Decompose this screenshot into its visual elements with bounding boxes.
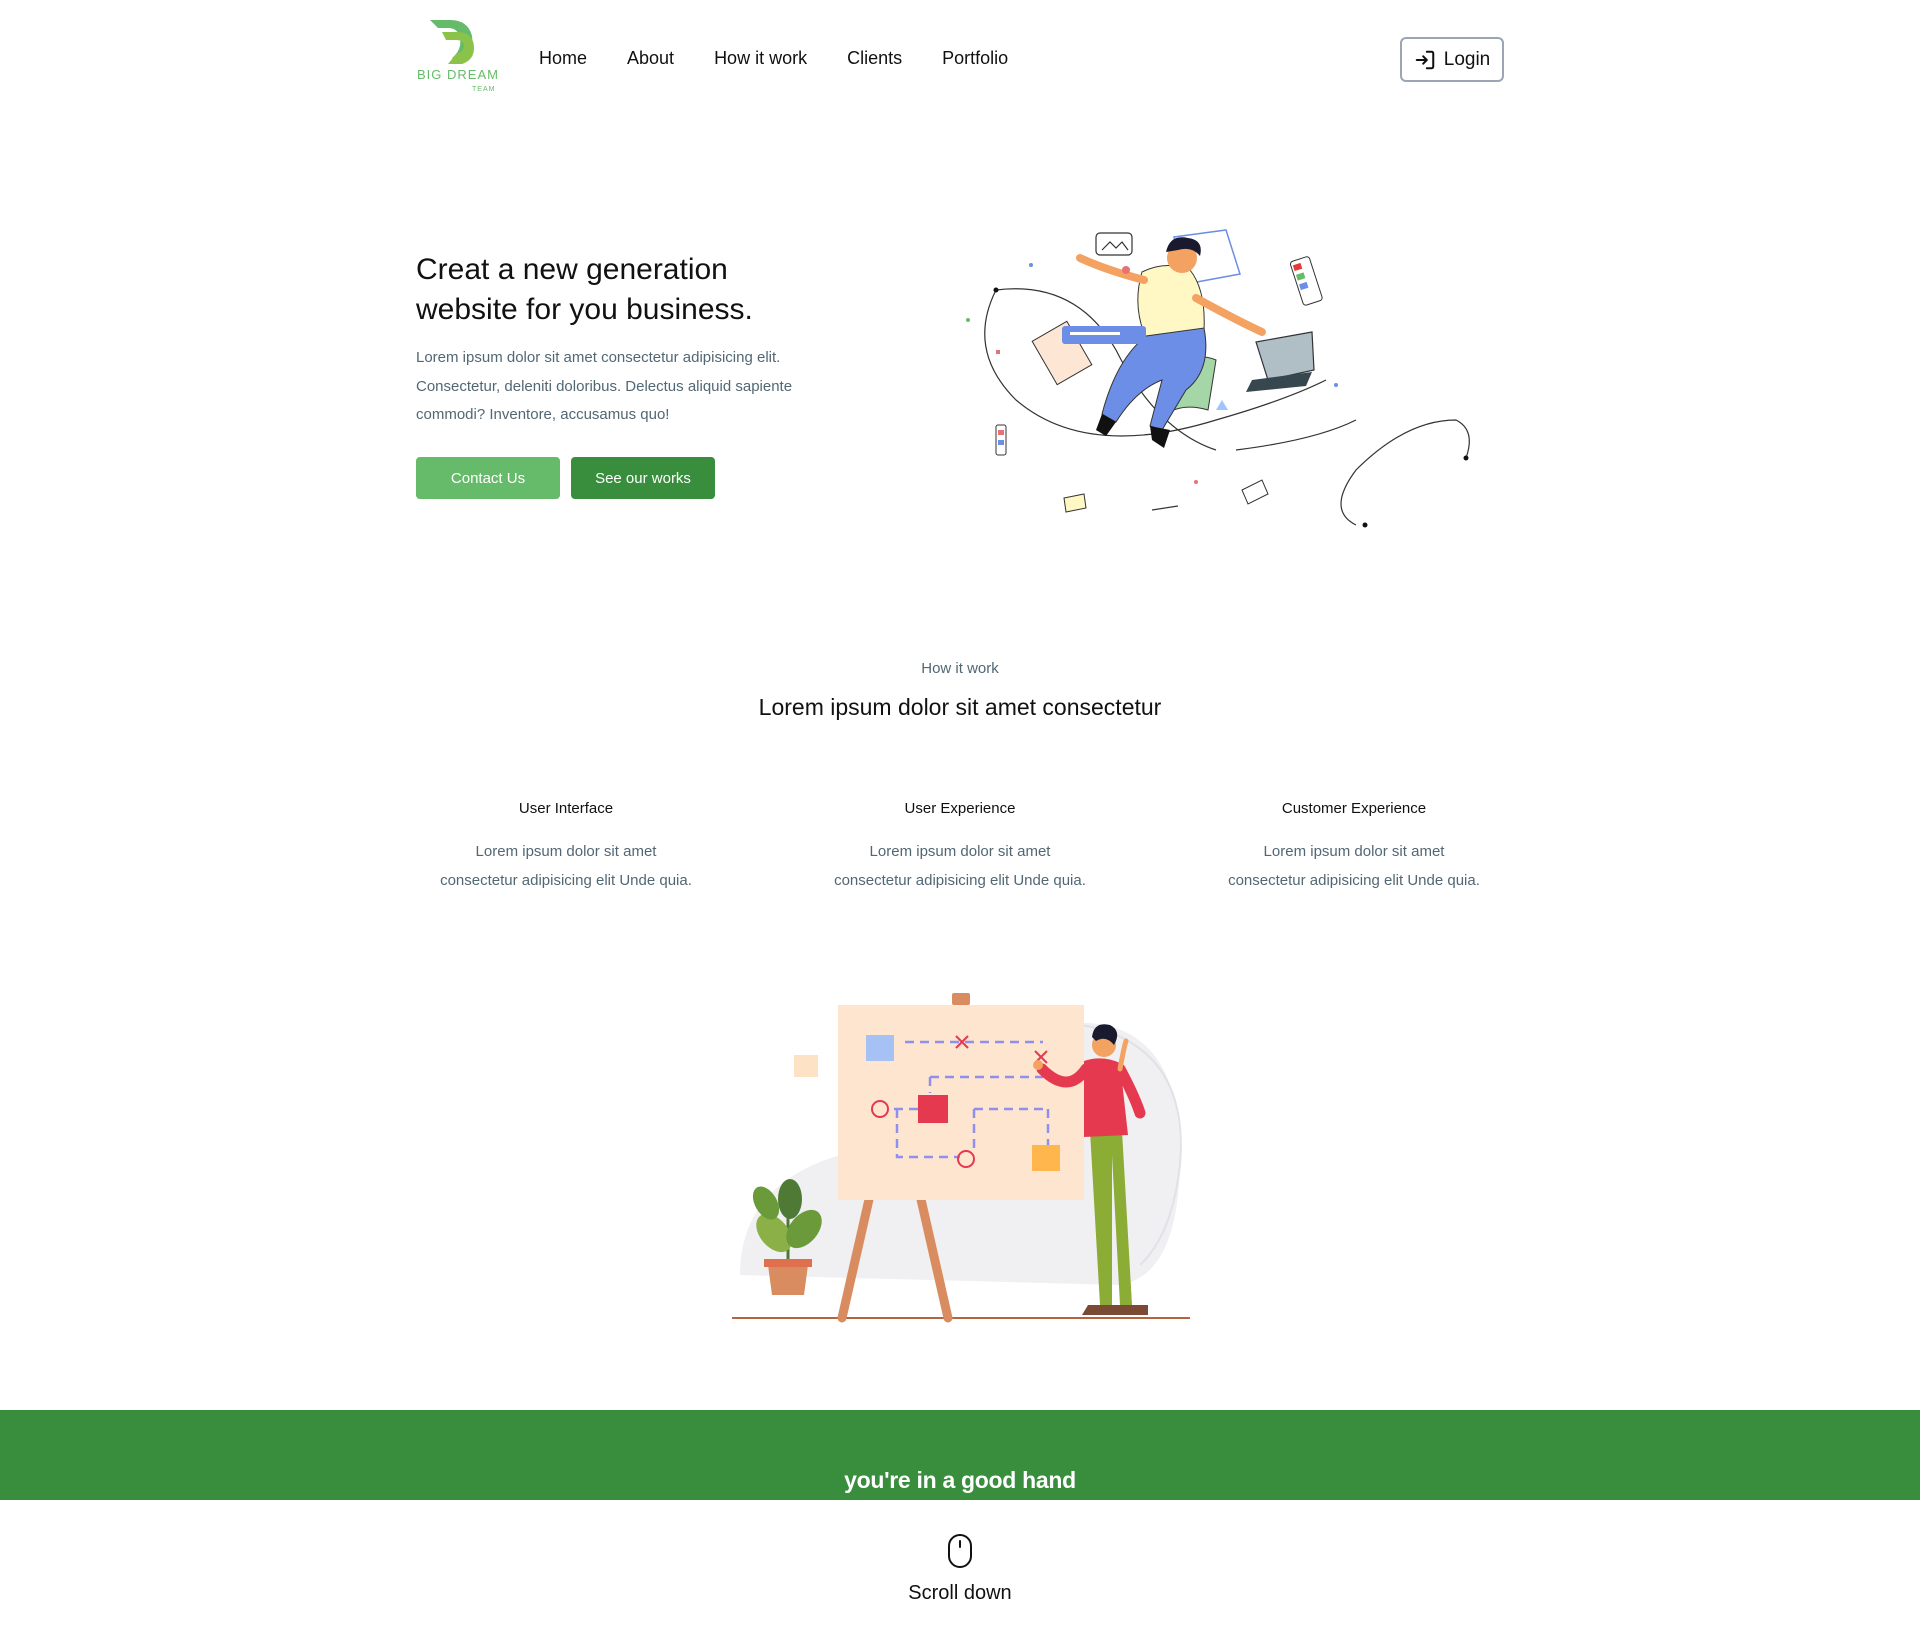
see-our-works-button[interactable]: See our works [571,457,715,499]
feature-description-line: Lorem ipsum dolor sit amet [869,843,1051,860]
nav-how-it-work[interactable]: How it work [714,46,807,70]
hero-section: Creat a new generation website for you b… [416,229,1504,560]
login-button[interactable]: Login [1400,37,1504,82]
nav-clients[interactable]: Clients [847,46,902,70]
feature-description-line: Lorem ipsum dolor sit amet [1263,843,1445,860]
feature-title: User Interface [518,800,614,817]
sign-in-icon [1415,50,1435,69]
hero-description: Lorem ipsum dolor sit amet consectetur a… [416,349,793,423]
main-menu: Home About How it work Clients Portfolio [539,46,1048,70]
navbar: BIG DREAM TEAM Home About How it work Cl… [416,0,1504,118]
feature-description-line: consectetur adipisicing elit Unde quia. [440,872,692,889]
nav-home[interactable]: Home [539,46,587,70]
feature-card: Customer Experience Lorem ipsum dolor si… [1204,800,1504,895]
feature-description-line: consectetur adipisicing elit Unde quia. [834,872,1086,889]
hero-title: Creat a new generation website for you b… [416,253,753,326]
banner-text: you're in a good hand [844,1467,1076,1493]
scroll-down-label[interactable]: Scroll down [0,1582,1920,1605]
logo-mark-icon: BIG DREAM TEAM [417,20,498,93]
section-title: Lorem ipsum dolor sit amet consectetur [758,694,1162,720]
nav-portfolio[interactable]: Portfolio [942,46,1008,70]
how-it-works-section: How it work Lorem ipsum dolor sit amet c… [416,650,1504,910]
feature-description-line: consectetur adipisicing elit Unde quia. [1228,872,1480,889]
login-label: Login [1443,48,1491,70]
feature-description-line: Lorem ipsum dolor sit amet [475,843,657,860]
svg-text:BIG DREAM: BIG DREAM [417,67,498,82]
nav-about[interactable]: About [627,46,674,70]
mouse-icon[interactable] [947,1533,973,1569]
feature-card: User Interface Lorem ipsum dolor sit ame… [416,800,716,895]
hero-illustration [966,229,1470,528]
brand-logo[interactable]: BIG DREAM TEAM [416,18,498,96]
contact-us-button[interactable]: Contact Us [416,457,560,499]
planning-board-illustration [732,993,1190,1323]
features-row: User Interface Lorem ipsum dolor sit ame… [416,800,1504,895]
section-eyebrow: How it work [921,660,999,677]
feature-title: User Experience [904,800,1016,817]
feature-card: User Experience Lorem ipsum dolor sit am… [810,800,1110,895]
feature-title: Customer Experience [1281,800,1427,817]
svg-text:TEAM: TEAM [472,86,495,93]
